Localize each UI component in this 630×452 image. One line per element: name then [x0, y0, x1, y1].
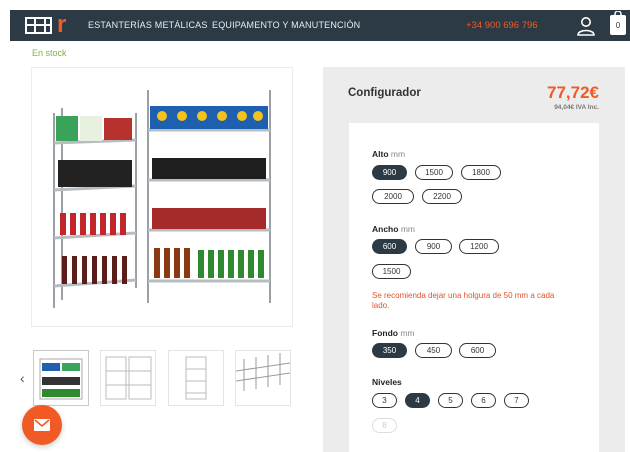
niveles-option-4[interactable]: 4 [405, 393, 430, 408]
cart-count-badge: 0 [615, 21, 621, 30]
product-price: 77,72€ [547, 83, 599, 102]
fondo-label-text: Fondo [372, 328, 398, 338]
niveles-option-3[interactable]: 3 [372, 393, 397, 408]
ancho-option-900[interactable]: 900 [415, 239, 452, 254]
niveles-option-7[interactable]: 7 [504, 393, 529, 408]
nav-estanterias-metalicas[interactable]: ESTANTERÍAS METÁLICAS [88, 20, 208, 30]
envelope-icon [34, 419, 50, 431]
ancho-unit: mm [400, 224, 415, 234]
thumbnail-2[interactable] [100, 350, 156, 406]
ancho-label-text: Ancho [372, 224, 399, 234]
alto-label-text: Alto [372, 149, 389, 159]
brand-logo-letter[interactable]: r [57, 13, 66, 37]
price-with-iva: 94,04€ IVA Inc. [554, 104, 599, 111]
alto-option-900[interactable]: 900 [372, 165, 407, 180]
alto-option-2200[interactable]: 2200 [422, 189, 462, 204]
ancho-option-1200[interactable]: 1200 [459, 239, 499, 254]
configurator-options-card: Alto mm 900 1500 1800 2000 2200 Ancho mm… [349, 123, 599, 452]
product-main-image[interactable] [31, 67, 293, 327]
user-icon[interactable] [576, 16, 596, 36]
stock-status: En stock [32, 48, 67, 58]
fondo-unit: mm [400, 328, 415, 338]
ancho-option-1500[interactable]: 1500 [372, 264, 411, 279]
niveles-label: Niveles [372, 377, 402, 387]
nav-equipamiento-manutencion[interactable]: EQUIPAMENTO Y MANUTENCIÓN [212, 20, 360, 30]
ancho-clearance-note: Se recomienda dejar una holgura de 50 mm… [372, 291, 555, 310]
ancho-label: Ancho mm [372, 224, 415, 234]
configurator-title: Configurador [348, 87, 421, 99]
top-navigation-bar: r ESTANTERÍAS METÁLICAS EQUIPAMENTO Y MA… [10, 10, 630, 41]
fondo-label: Fondo mm [372, 328, 415, 338]
alto-label: Alto mm [372, 149, 405, 159]
alto-option-1500[interactable]: 1500 [415, 165, 453, 180]
phone-number-link[interactable]: +34 900 696 796 [466, 20, 538, 31]
cart-icon[interactable]: 0 [610, 11, 626, 35]
configurator-panel: Configurador 77,72€ 94,04€ IVA Inc. Alto… [323, 67, 625, 452]
thumbnail-4[interactable] [235, 350, 291, 406]
ancho-option-600[interactable]: 600 [372, 239, 407, 254]
thumbnail-1[interactable] [33, 350, 89, 406]
niveles-option-6[interactable]: 6 [471, 393, 496, 408]
niveles-option-5[interactable]: 5 [438, 393, 463, 408]
chat-button[interactable] [22, 405, 62, 445]
thumbnail-3[interactable] [168, 350, 224, 406]
fondo-option-450[interactable]: 450 [415, 343, 452, 358]
alto-option-1800[interactable]: 1800 [461, 165, 501, 180]
fondo-option-350[interactable]: 350 [372, 343, 407, 358]
alto-option-2000[interactable]: 2000 [372, 189, 414, 204]
alto-unit: mm [390, 149, 406, 159]
thumbnails-prev-arrow[interactable]: ‹ [20, 370, 25, 386]
fondo-option-600[interactable]: 600 [459, 343, 496, 358]
niveles-option-8: 8 [372, 418, 397, 433]
grid-logo-icon[interactable] [25, 17, 52, 34]
